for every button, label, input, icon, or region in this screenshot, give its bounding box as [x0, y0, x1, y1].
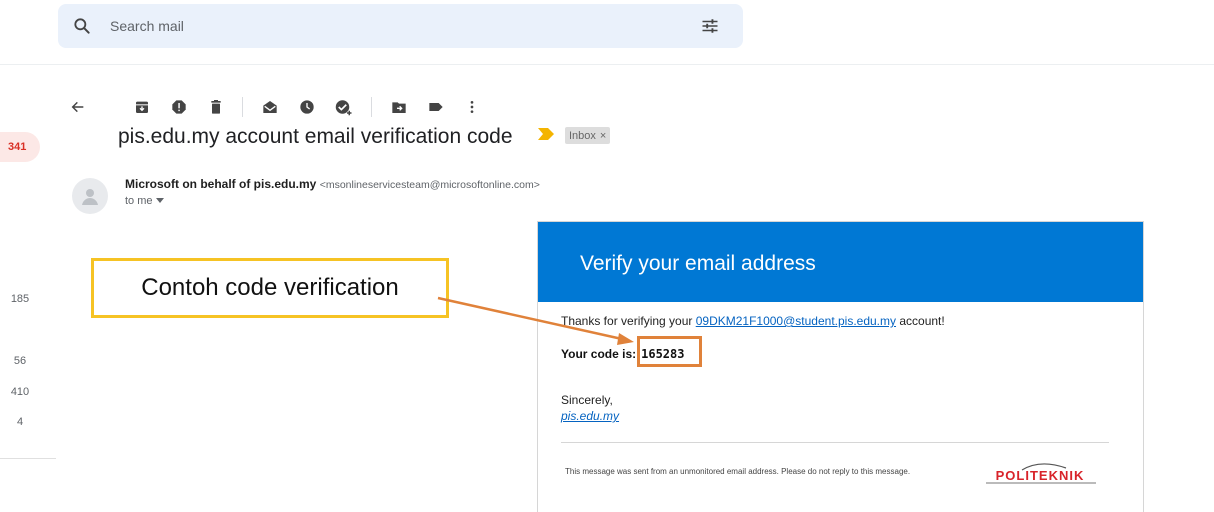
- politeknik-logo: POLITEKNIK: [986, 463, 1096, 484]
- nav-divider: [0, 458, 56, 459]
- nav-count[interactable]: 4: [0, 416, 40, 428]
- email-body-card: Verify your email address Thanks for ver…: [537, 221, 1144, 512]
- inbox-unread-badge[interactable]: 341: [0, 132, 40, 162]
- mark-unread-button[interactable]: [258, 95, 282, 119]
- sender-email: <msonlineservicesteam@microsoftonline.co…: [319, 179, 540, 191]
- nav-count[interactable]: 56: [0, 355, 40, 367]
- email-body-header: Verify your email address: [538, 222, 1143, 302]
- email-subject: pis.edu.my account email verification co…: [118, 125, 513, 148]
- move-to-icon: [392, 102, 406, 113]
- student-email-link[interactable]: 09DKM21F1000@student.pis.edu.my: [696, 314, 896, 328]
- sender-avatar: [72, 178, 108, 214]
- verification-message: Thanks for verifying your 09DKM21F1000@s…: [561, 314, 945, 328]
- message-toolbar: [62, 95, 522, 119]
- sender-name[interactable]: Microsoft on behalf of pis.edu.my: [125, 177, 316, 191]
- search-bar: [58, 4, 743, 48]
- toolbar-separator: [371, 97, 372, 117]
- callout-text: Contoh code verification: [141, 274, 399, 301]
- nav-count[interactable]: 410: [0, 386, 40, 398]
- code-highlight-box: [637, 336, 702, 367]
- archive-button[interactable]: [130, 95, 154, 119]
- recipients-toggle[interactable]: to me: [125, 195, 164, 207]
- message-text: Thanks for verifying your: [561, 314, 696, 328]
- back-button[interactable]: [66, 95, 90, 119]
- move-to-button[interactable]: [387, 95, 411, 119]
- person-icon: [82, 189, 98, 205]
- delete-button[interactable]: [204, 95, 228, 119]
- top-divider: [0, 64, 1214, 65]
- toolbar-separator: [242, 97, 243, 117]
- search-button[interactable]: [64, 8, 100, 44]
- footer-note: This message was sent from an unmonitore…: [565, 467, 911, 476]
- signature-link[interactable]: pis.edu.my: [561, 409, 619, 423]
- snooze-icon: [300, 100, 314, 114]
- inbox-label-chip[interactable]: Inbox ×: [565, 127, 611, 144]
- report-spam-button[interactable]: [167, 95, 191, 119]
- annotation-callout: Contoh code verification: [91, 258, 449, 318]
- more-vert-icon: [470, 101, 474, 113]
- recipients-text: to me: [125, 195, 153, 207]
- back-arrow-icon: [71, 101, 84, 113]
- tune-icon: [702, 19, 718, 33]
- add-task-button[interactable]: [332, 95, 356, 119]
- chevron-down-icon: [155, 198, 164, 203]
- delete-icon: [211, 100, 221, 114]
- message-text: account!: [896, 314, 945, 328]
- search-options-button[interactable]: [696, 12, 724, 40]
- body-divider: [561, 442, 1109, 443]
- search-input[interactable]: [110, 16, 670, 36]
- add-task-icon: [335, 100, 352, 116]
- closing-text: Sincerely,: [561, 393, 613, 407]
- remove-label-icon[interactable]: ×: [600, 130, 606, 142]
- more-options-button[interactable]: [460, 95, 484, 119]
- mark-unread-icon: [263, 101, 277, 113]
- nav-count[interactable]: 185: [0, 293, 40, 305]
- sender-line: Microsoft on behalf of pis.edu.my <msonl…: [125, 177, 540, 191]
- archive-icon: [136, 101, 148, 113]
- importance-marker-icon[interactable]: [538, 128, 554, 140]
- code-label: Your code is:: [561, 347, 637, 361]
- search-icon: [74, 18, 90, 34]
- label-icon: [429, 103, 443, 111]
- report-spam-icon: [172, 100, 186, 114]
- logo-text: POLITEKNIK: [996, 468, 1085, 483]
- labels-button[interactable]: [424, 95, 448, 119]
- label-text: Inbox: [569, 129, 596, 142]
- snooze-button[interactable]: [295, 95, 319, 119]
- email-body-title: Verify your email address: [580, 252, 816, 275]
